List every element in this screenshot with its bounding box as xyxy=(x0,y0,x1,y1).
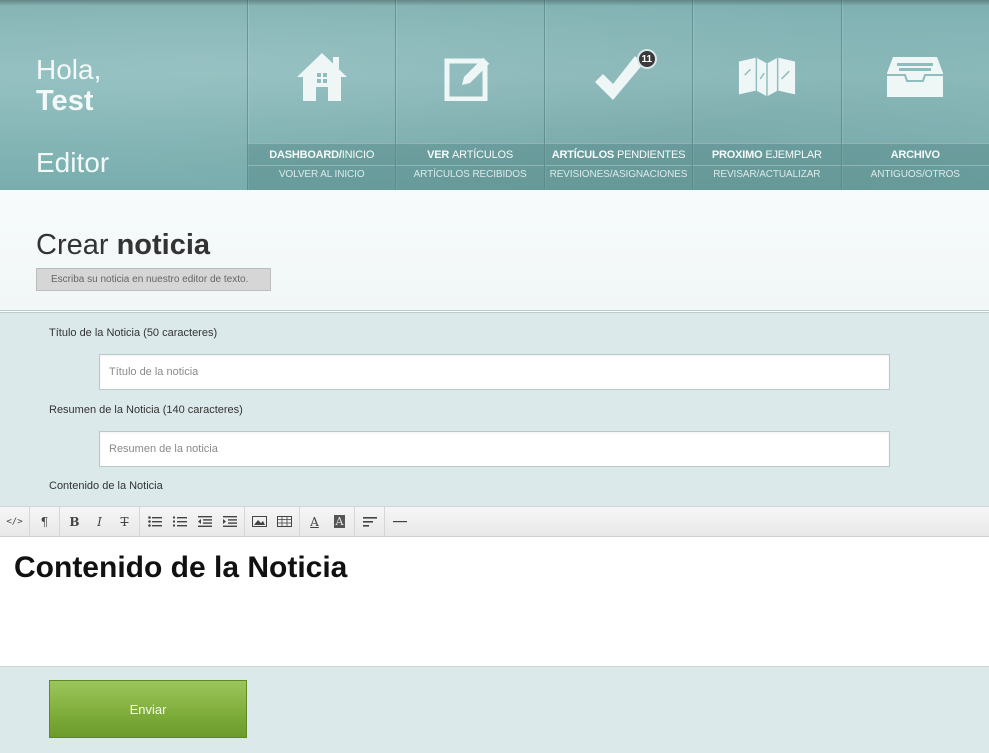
nav-label: ARTÍCULOS PENDIENTES xyxy=(551,149,686,161)
nav-item-ver-articulos[interactable]: VER ARTÍCULOS ARTÍCULOS RECIBIDOS xyxy=(395,0,544,190)
page-subtitle: Escriba su noticia en nuestro editor de … xyxy=(36,268,271,291)
nav-label: ARCHIVO xyxy=(890,149,941,161)
edit-icon xyxy=(440,50,500,104)
nav-item-dashboard[interactable]: DASHBOARD/INICIO VOLVER AL INICIO xyxy=(247,0,396,190)
open-book-icon xyxy=(737,50,797,104)
news-form: Título de la Noticia (50 caracteres) Res… xyxy=(0,316,989,506)
nav-label: DASHBOARD/INICIO xyxy=(269,149,375,161)
outdent-icon[interactable] xyxy=(192,510,217,534)
user-role: Editor xyxy=(36,147,110,178)
align-icon[interactable] xyxy=(357,510,382,534)
editor-toolbar: </> ¶ B I T A A xyxy=(0,506,989,537)
top-header: Hola, Test Editor DASHBOARD/INICIO VOLVE… xyxy=(0,0,989,190)
html-icon[interactable]: </> xyxy=(2,510,27,534)
page-header: Crear noticia Escriba su noticia en nues… xyxy=(0,190,989,313)
nav-sublabel: ARTÍCULOS RECIBIDOS xyxy=(413,169,527,180)
submit-button[interactable]: Enviar xyxy=(49,680,247,738)
form-footer: Enviar xyxy=(0,667,989,753)
title-field-label: Título de la Noticia (50 caracteres) xyxy=(49,327,218,339)
nav-sublabel: ANTIGUOS/OTROS xyxy=(870,169,960,180)
font-color-icon[interactable]: A xyxy=(302,510,327,534)
background-color-icon[interactable]: A xyxy=(327,510,352,534)
page-title: Crear noticia xyxy=(36,229,211,261)
nav-item-archivo[interactable]: ARCHIVO ANTIGUOS/OTROS xyxy=(840,0,989,190)
title-input[interactable] xyxy=(99,354,890,390)
pending-count-badge: 11 xyxy=(636,49,657,69)
bold-icon[interactable]: B xyxy=(62,510,87,534)
rich-text-editor[interactable]: Contenido de la Noticia xyxy=(0,537,989,667)
image-icon[interactable] xyxy=(247,510,272,534)
greeting: Hola, Test xyxy=(36,54,102,118)
nav-item-proximo-ejemplar[interactable]: PROXIMO EJEMPLAR REVISAR/ACTUALIZAR xyxy=(692,0,841,190)
unordered-list-icon[interactable] xyxy=(142,510,167,534)
nav-label: VER ARTÍCULOS xyxy=(427,149,513,161)
nav-item-articulos-pendientes[interactable]: 11 ARTÍCULOS PENDIENTES REVISIONES/ASIGN… xyxy=(543,0,693,190)
nav-sublabel: REVISIONES/ASIGNACIONES xyxy=(549,169,688,180)
editor-content-heading[interactable]: Contenido de la Noticia xyxy=(14,551,347,585)
italic-icon[interactable]: I xyxy=(87,510,112,534)
horizontal-rule-icon[interactable] xyxy=(387,510,412,534)
main-nav: DASHBOARD/INICIO VOLVER AL INICIO VER AR… xyxy=(247,0,989,190)
summary-input[interactable] xyxy=(99,431,890,467)
paragraph-icon[interactable]: ¶ xyxy=(32,510,57,534)
user-name: Test xyxy=(36,85,94,117)
strikethrough-icon[interactable]: T xyxy=(112,510,137,534)
indent-icon[interactable] xyxy=(217,510,242,534)
content-field-label: Contenido de la Noticia xyxy=(49,480,163,492)
nav-label: PROXIMO EJEMPLAR xyxy=(711,149,822,161)
summary-field-label: Resumen de la Noticia (140 caracteres) xyxy=(49,404,243,416)
house-icon xyxy=(292,50,352,104)
greeting-text: Hola, xyxy=(36,54,102,85)
inbox-tray-icon xyxy=(885,50,945,104)
ordered-list-icon[interactable] xyxy=(167,510,192,534)
table-icon[interactable] xyxy=(272,510,297,534)
nav-sublabel: REVISAR/ACTUALIZAR xyxy=(713,169,821,180)
nav-sublabel: VOLVER AL INICIO xyxy=(278,169,365,180)
